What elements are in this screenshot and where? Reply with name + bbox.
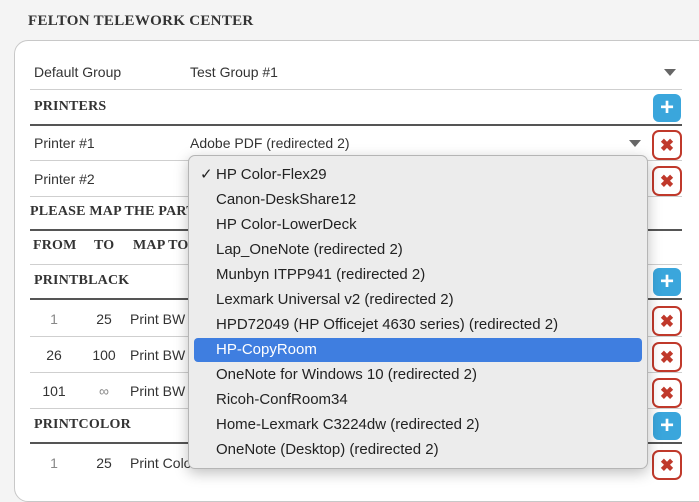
range-to[interactable]: 25 <box>84 311 124 327</box>
close-icon: ✖ <box>659 311 675 331</box>
column-map-to: MAP TO <box>133 238 189 253</box>
printer-1-select[interactable]: Adobe PDF (redirected 2) <box>190 135 350 151</box>
checkmark-icon: ✓ <box>200 166 213 183</box>
printers-heading: PRINTERS <box>34 99 107 114</box>
range-to[interactable]: 25 <box>84 455 124 471</box>
dropdown-option[interactable]: Canon-DeskShare12 <box>194 188 642 212</box>
delete-range-button[interactable]: ✖ <box>652 450 682 480</box>
dropdown-option[interactable]: ✓ HP Color-Flex29 <box>194 163 642 187</box>
printer-dropdown-menu: ✓ HP Color-Flex29 Canon-DeskShare12 HP Co… <box>188 155 648 469</box>
dropdown-option[interactable]: Home-Lexmark C3224dw (redirected 2) <box>194 413 642 437</box>
range-from: 1 <box>50 311 58 327</box>
delete-range-button[interactable]: ✖ <box>652 342 682 372</box>
printer-1-label: Printer #1 <box>34 135 95 151</box>
plus-icon: + <box>659 94 674 121</box>
close-icon: ✖ <box>659 347 675 367</box>
chevron-down-icon[interactable] <box>629 140 641 147</box>
close-icon: ✖ <box>659 171 675 191</box>
range-map-select[interactable]: Print BW <box>130 383 185 399</box>
range-from: 101 <box>42 383 66 399</box>
close-icon: ✖ <box>659 455 675 475</box>
dropdown-option[interactable]: Lap_OneNote (redirected 2) <box>194 238 642 262</box>
add-printer-button[interactable]: + <box>653 94 681 122</box>
range-map-select[interactable]: Print BW <box>130 347 185 363</box>
range-to[interactable]: 100 <box>84 347 124 363</box>
page-title: FELTON TELEWORK CENTER <box>28 13 254 29</box>
printblack-heading: PRINTBLACK <box>34 273 130 288</box>
dropdown-option[interactable]: HPD72049 (HP Officejet 4630 series) (red… <box>194 313 642 337</box>
delete-printer-1-button[interactable]: ✖ <box>652 130 682 160</box>
range-map-select[interactable]: Print BW <box>130 311 185 327</box>
dropdown-option[interactable]: Munbyn ITPP941 (redirected 2) <box>194 263 642 287</box>
range-map-select[interactable]: Print Colo <box>130 455 191 471</box>
divider <box>30 89 682 90</box>
delete-range-button[interactable]: ✖ <box>652 306 682 336</box>
range-from: 1 <box>50 455 58 471</box>
add-printblack-range-button[interactable]: + <box>653 268 681 296</box>
dropdown-option[interactable]: OneNote for Windows 10 (redirected 2) <box>194 363 642 387</box>
dropdown-option-highlighted[interactable]: HP-CopyRoom <box>194 338 642 362</box>
dropdown-option[interactable]: HP Color-LowerDeck <box>194 213 642 237</box>
dropdown-option[interactable]: Ricoh-ConfRoom34 <box>194 388 642 412</box>
dropdown-option[interactable]: Lexmark Universal v2 (redirected 2) <box>194 288 642 312</box>
delete-printer-2-button[interactable]: ✖ <box>652 166 682 196</box>
delete-range-button[interactable]: ✖ <box>652 378 682 408</box>
default-group-select[interactable]: Test Group #1 <box>190 64 278 80</box>
divider <box>30 124 682 126</box>
plus-icon: + <box>659 412 674 439</box>
range-to: ∞ <box>99 383 109 399</box>
add-printcolor-range-button[interactable]: + <box>653 412 681 440</box>
close-icon: ✖ <box>659 383 675 403</box>
column-to: TO <box>94 238 115 253</box>
printcolor-heading: PRINTCOLOR <box>34 417 131 432</box>
plus-icon: + <box>659 268 674 295</box>
column-from: FROM <box>33 238 77 253</box>
chevron-down-icon[interactable] <box>664 69 676 76</box>
printer-2-label: Printer #2 <box>34 171 95 187</box>
close-icon: ✖ <box>659 135 675 155</box>
dropdown-option[interactable]: OneNote (Desktop) (redirected 2) <box>194 438 642 462</box>
default-group-label: Default Group <box>34 64 122 80</box>
range-from: 26 <box>46 347 62 363</box>
map-heading: PLEASE MAP THE PART <box>30 204 196 219</box>
